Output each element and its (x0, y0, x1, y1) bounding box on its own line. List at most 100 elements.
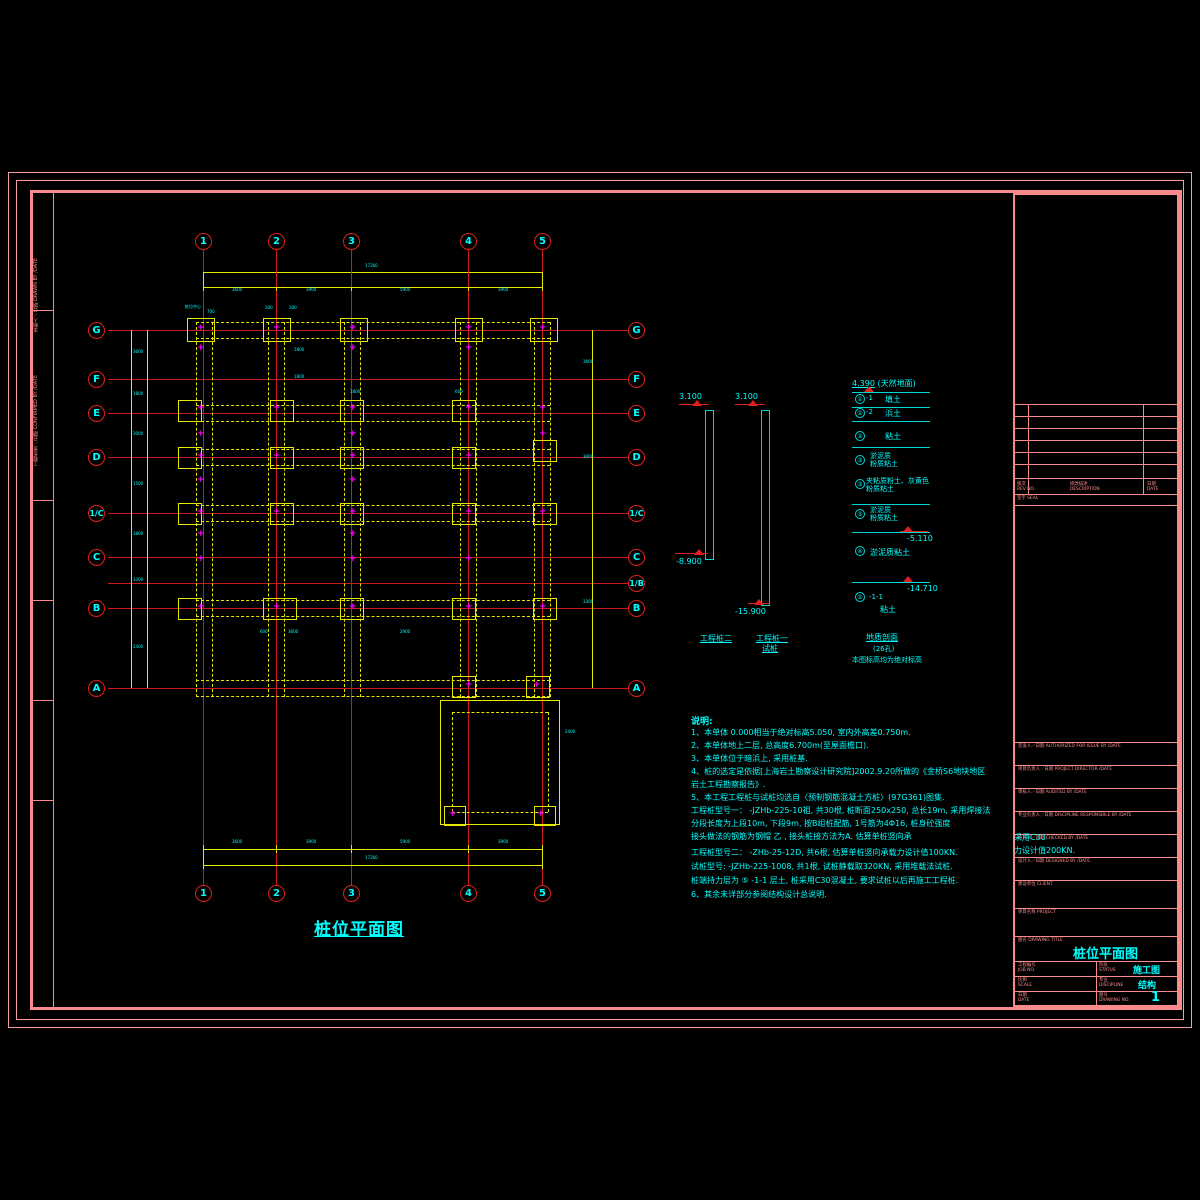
top-dim-line (203, 272, 543, 273)
grid-bubble-top-4[interactable]: 4 (460, 233, 477, 250)
revision-date-header: 日期 DATE (1147, 482, 1159, 492)
footer-col-div (1096, 961, 1097, 1006)
pile-symbol: + (465, 602, 473, 612)
grid-leader (351, 250, 352, 287)
plan-dim-text: 1800 (294, 347, 305, 352)
beam-outline (196, 465, 550, 466)
pile-symbol: + (349, 451, 357, 461)
pile-symbol: + (197, 602, 205, 612)
grid-bubble-left-A[interactable]: A (88, 680, 105, 697)
grid-bubble-right-1C[interactable]: 1/C (628, 505, 645, 522)
grid-bubble-bottom-4[interactable]: 4 (460, 885, 477, 902)
pile-symbol: + (273, 451, 281, 461)
bottom-dim-tick (351, 845, 352, 853)
grid-bubble-left-D[interactable]: D (88, 449, 105, 466)
pile-symbol: + (273, 507, 281, 517)
beam-outline (196, 680, 550, 681)
signature-row-line (1015, 857, 1177, 858)
titleblock-row-discipline-responsible: 专业负责人／日期 DISCIPLINE RESPONSIBLE BY /DATE (1018, 813, 1132, 818)
bottom-dim-tick (468, 845, 469, 853)
plan-dim-text: 700 (207, 309, 215, 314)
geo-layer-name: 夹粘质粉土、灰黄色 粉质粘土 (866, 477, 929, 493)
grid-bubble-right-E[interactable]: E (628, 405, 645, 422)
grid-bubble-bottom-3[interactable]: 3 (343, 885, 360, 902)
footer-job-no: 工程编号 JOB NO. (1018, 963, 1036, 973)
grid-bubble-left-C[interactable]: C (88, 549, 105, 566)
pile-symbol: + (197, 323, 205, 333)
titleblock-row-project-director: 项目负责人／日期 PROJECT DIRECTOR /DATE (1018, 767, 1112, 772)
beam-outline (196, 405, 550, 406)
right-dim-seg: 2400 (565, 729, 576, 734)
grid-bubble-top-3[interactable]: 3 (343, 233, 360, 250)
pile-symbol: + (349, 429, 357, 439)
right-dim-line (592, 330, 593, 688)
grid-bubble-right-1B[interactable]: 1/B (628, 575, 645, 592)
geo-title: 地质剖面 (866, 633, 898, 642)
grid-bubble-bottom-5[interactable]: 5 (534, 885, 551, 902)
seal-label: 签字 SEAL (1017, 496, 1039, 501)
grid-bubble-bottom-2[interactable]: 2 (268, 885, 285, 902)
pile-symbol: + (349, 602, 357, 612)
pile-symbol: + (349, 529, 357, 539)
pile-symbol: + (197, 343, 205, 353)
grid-bubble-bottom-1[interactable]: 1 (195, 885, 212, 902)
pile-symbol: + (465, 451, 473, 461)
revision-row-line (1015, 478, 1177, 479)
revision-no-header: 版次 REV NO. (1017, 482, 1036, 492)
grid-bubble-left-B[interactable]: B (88, 600, 105, 617)
grid-leader (542, 250, 543, 272)
pile-symbol: + (197, 429, 205, 439)
grid-bubble-top-2[interactable]: 2 (268, 233, 285, 250)
top-dim-seg: 3600 (232, 287, 243, 292)
notes-item: 接头做法的钢筋为钢帽 乙 , 接头桩接方法为A. 估算单桩竖向承 (691, 832, 912, 841)
pile-symbol: + (197, 554, 205, 564)
signature-row-line (1015, 880, 1177, 881)
titleblock-row-authorized: 签发人／日期 AUTHORIZED FOR ISSUE BY /DATE (1018, 744, 1121, 749)
geo-layer-line (852, 504, 930, 505)
grid-bubble-left-1C[interactable]: 1/C (88, 505, 105, 522)
right-dim-seg: 3000 (583, 454, 594, 459)
revision-row-line (1015, 416, 1177, 417)
pile-symbol: + (465, 554, 473, 564)
titleblock-row-designed: 设计人／日期 DESIGNED BY /DATE (1018, 859, 1090, 864)
geo-layer-name: 填土 (885, 395, 901, 404)
grid-bubble-right-C[interactable]: C (628, 549, 645, 566)
pile-symbol: + (197, 403, 205, 413)
notes-item: 工程桩型号一： -JZHb-225-10祖, 共30根, 桩断面250x250,… (691, 806, 991, 815)
geo-layer-name: 浜土 (885, 409, 901, 418)
geo-elev-1: -5.110 (907, 534, 933, 543)
grid-bubble-right-B[interactable]: B (628, 600, 645, 617)
revision-header-line (1015, 494, 1177, 495)
left-margin-drawn-by: 本制人／日期 DRAWN BY /DATE (33, 258, 39, 333)
footer-drawing-no-value: 1 (1151, 990, 1161, 1005)
notes-item: 2、本单体地上二层, 总高度6.700m(至屋面檐口). (691, 741, 869, 750)
grid-bubble-left-E[interactable]: E (88, 405, 105, 422)
revision-seal-line (1015, 505, 1177, 506)
grid-bubble-right-F[interactable]: F (628, 371, 645, 388)
geo-footnote: 本图标高均为绝对标高 (852, 656, 922, 664)
notes-item: 4、桩的选定是依据[上海岩土勘察设计研究院]2002.9.20所做的《金桥S6地… (691, 767, 986, 776)
left-dim-seg: 1800 (133, 391, 144, 396)
beam-outline (196, 449, 550, 450)
left-dim-line-2 (147, 330, 148, 688)
grid-bubble-top-1[interactable]: 1 (195, 233, 212, 250)
grid-bubble-left-F[interactable]: F (88, 371, 105, 388)
revision-row-line (1015, 452, 1177, 453)
section1-pile-body (705, 410, 714, 560)
pile-symbol: + (349, 554, 357, 564)
grid-bubble-right-D[interactable]: D (628, 449, 645, 466)
plan-dim-text: 桩位中心 (185, 304, 201, 309)
geo-layer-name: 粘土 (880, 605, 896, 614)
grid-bubble-right-G[interactable]: G (628, 322, 645, 339)
pile-cap (533, 440, 557, 462)
grid-bubble-right-A[interactable]: A (628, 680, 645, 697)
section2-pile-body (761, 410, 770, 606)
grid-bubble-top-5[interactable]: 5 (534, 233, 551, 250)
beam-outline (196, 421, 550, 422)
signature-row-line (1015, 936, 1177, 937)
grid-bubble-left-G[interactable]: G (88, 322, 105, 339)
pile-symbol: + (539, 403, 547, 413)
left-margin-divider (30, 700, 54, 701)
pile-symbol: + (533, 680, 541, 690)
beam-outline (196, 322, 550, 323)
